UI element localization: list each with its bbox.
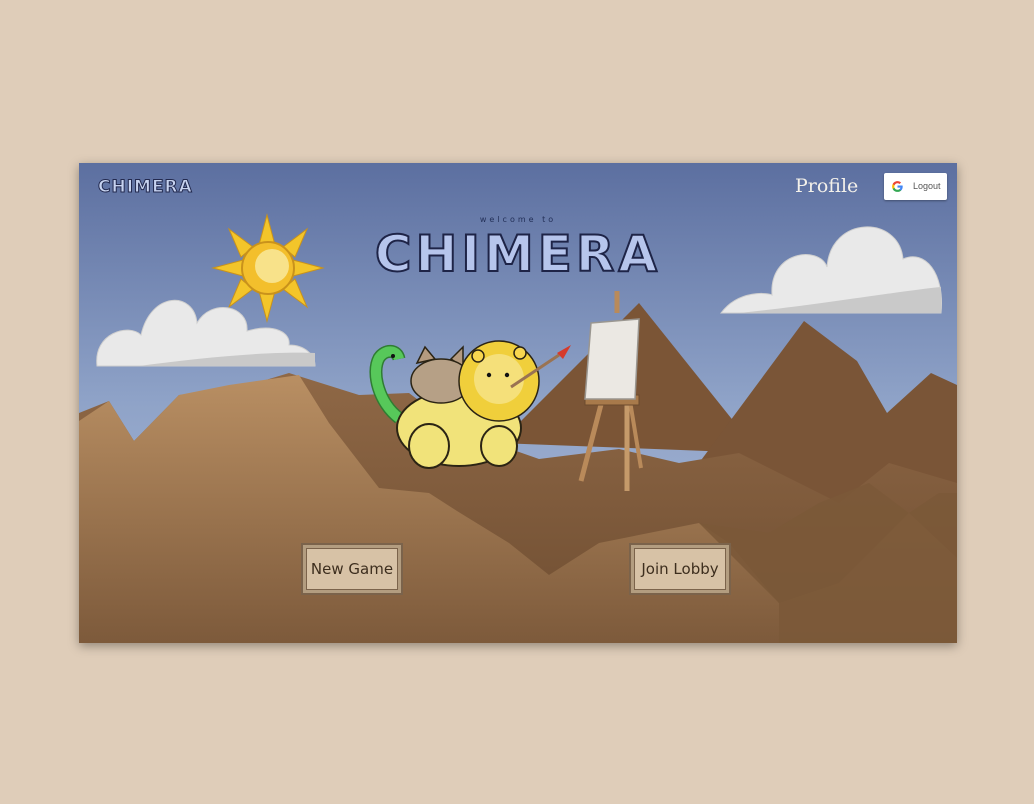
game-screen: CHIMERA Profile Logout welcome to CHIMER… [79,163,957,643]
profile-link[interactable]: Profile [795,175,858,197]
google-icon [892,181,903,192]
logout-button[interactable]: Logout [884,173,947,200]
new-game-button[interactable]: New Game [301,543,403,595]
welcome-text: welcome to [479,215,557,224]
game-title: CHIMERA [374,224,662,284]
logout-label: Logout [913,181,941,191]
header-logo[interactable]: CHIMERA [98,177,193,198]
join-lobby-button[interactable]: Join Lobby [629,543,731,595]
